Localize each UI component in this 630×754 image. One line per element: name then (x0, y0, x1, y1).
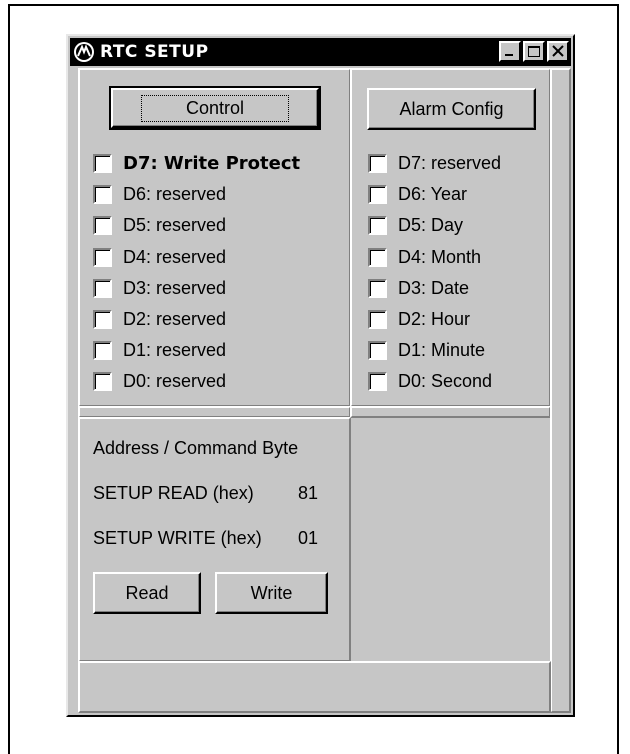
read-button-label: Read (125, 582, 169, 603)
app-logo-icon (74, 42, 94, 62)
alarm-bit-label: D5: Day (398, 214, 464, 235)
control-bit-row[interactable]: D0: reserved (93, 366, 226, 396)
control-bit-checkbox[interactable] (93, 153, 112, 173)
alarm-bit-checkbox[interactable] (368, 153, 387, 173)
right-edge-strip (550, 68, 571, 713)
control-bit-label: D6: reserved (123, 183, 227, 204)
setup-write-label: SETUP WRITE (hex) (93, 528, 262, 548)
alarm-bit-checkbox[interactable] (368, 215, 387, 235)
control-bit-row[interactable]: D3: reserved (93, 273, 226, 303)
alarm-bit-row[interactable]: D2: Hour (368, 304, 470, 334)
alarm-bit-row[interactable]: D4: Month (368, 242, 481, 272)
control-bit-checkbox[interactable] (93, 215, 112, 235)
window-title: RTC SETUP (100, 42, 209, 62)
control-bit-label: D7: Write Protect (123, 152, 301, 174)
minimize-icon (505, 54, 513, 56)
alarm-bit-row[interactable]: D5: Day (368, 210, 463, 240)
control-bit-row[interactable]: D7: Write Protect (93, 148, 300, 178)
maximize-icon (528, 46, 540, 57)
alarm-config-button[interactable]: Alarm Config (367, 88, 536, 130)
control-bit-checkbox[interactable] (93, 278, 112, 298)
alarm-bit-row[interactable]: D0: Second (368, 366, 492, 396)
close-icon (552, 45, 564, 57)
alarm-bit-checkbox[interactable] (368, 184, 387, 204)
alarm-bit-label: D3: Date (398, 277, 470, 298)
rtc-setup-window: RTC SETUP Control D7: Write Protect D6: r… (66, 34, 575, 717)
control-button-label: Control (185, 97, 245, 118)
control-bit-checkbox[interactable] (93, 184, 112, 204)
control-bit-row[interactable]: D6: reserved (93, 179, 226, 209)
control-bit-label: D4: reserved (123, 246, 227, 267)
control-bit-label: D1: reserved (123, 339, 227, 360)
alarm-bit-row[interactable]: D6: Year (368, 179, 467, 209)
alarm-bit-checkbox[interactable] (368, 340, 387, 360)
bottom-area (78, 661, 551, 713)
control-bit-checkbox[interactable] (93, 340, 112, 360)
write-button[interactable]: Write (215, 572, 328, 614)
alarm-bit-row[interactable]: D3: Date (368, 273, 469, 303)
title-bar[interactable]: RTC SETUP (70, 38, 571, 66)
address-heading: Address / Command Byte (93, 438, 299, 458)
setup-read-label: SETUP READ (hex) (93, 483, 254, 503)
minimize-button[interactable] (499, 41, 521, 62)
alarm-bit-row[interactable]: D1: Minute (368, 335, 485, 365)
alarm-bit-checkbox[interactable] (368, 247, 387, 267)
control-bit-label: D5: reserved (123, 214, 227, 235)
alarm-bit-label: D7: reserved (398, 152, 502, 173)
control-bit-label: D3: reserved (123, 277, 227, 298)
alarm-bit-label: D4: Month (398, 246, 482, 267)
read-button[interactable]: Read (93, 572, 201, 614)
alarm-bit-checkbox[interactable] (368, 278, 387, 298)
control-bit-row[interactable]: D5: reserved (93, 210, 226, 240)
alarm-bit-label: D0: Second (398, 370, 493, 391)
control-bit-label: D2: reserved (123, 308, 227, 329)
control-button[interactable]: Control (109, 86, 321, 130)
control-bit-checkbox[interactable] (93, 309, 112, 329)
setup-read-value: 81 (298, 483, 319, 503)
alarm-bit-checkbox[interactable] (368, 371, 387, 391)
alarm-bit-row[interactable]: D7: reserved (368, 148, 501, 178)
alarm-separator-strip (350, 406, 551, 418)
alarm-config-button-label: Alarm Config (399, 98, 504, 119)
alarm-bit-checkbox[interactable] (368, 309, 387, 329)
maximize-button[interactable] (523, 41, 545, 62)
control-bit-label: D0: reserved (123, 370, 227, 391)
setup-write-value: 01 (298, 528, 319, 548)
close-button[interactable] (547, 41, 569, 62)
alarm-bit-label: D2: Hour (398, 308, 471, 329)
alarm-bit-label: D6: Year (398, 183, 468, 204)
control-bit-checkbox[interactable] (93, 371, 112, 391)
control-bit-checkbox[interactable] (93, 247, 112, 267)
control-bit-row[interactable]: D1: reserved (93, 335, 226, 365)
control-bit-row[interactable]: D2: reserved (93, 304, 226, 334)
alarm-bit-label: D1: Minute (398, 339, 486, 360)
control-bit-row[interactable]: D4: reserved (93, 242, 226, 272)
write-button-label: Write (250, 582, 293, 603)
